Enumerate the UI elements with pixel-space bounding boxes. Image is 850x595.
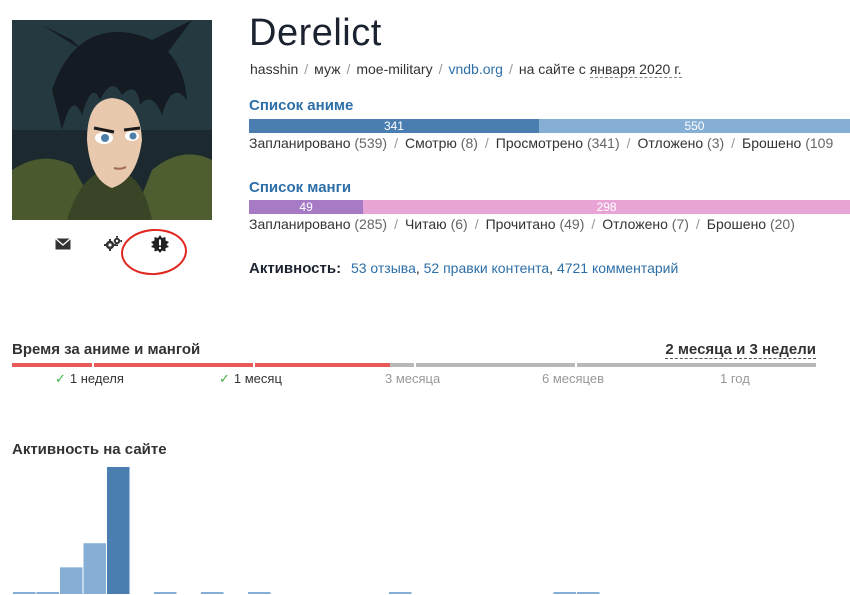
activity-bar[interactable] bbox=[107, 467, 130, 594]
progress-tick bbox=[414, 363, 416, 367]
anime-stat-planned[interactable]: Запланировано (539) bbox=[249, 135, 387, 151]
site-activity-chart bbox=[13, 467, 600, 594]
edits-link[interactable]: 52 правки контента bbox=[424, 260, 550, 276]
reviews-link[interactable]: 53 отзыва bbox=[351, 260, 416, 276]
milestone-label: 6 месяцев bbox=[542, 371, 604, 386]
mail-icon[interactable] bbox=[52, 232, 74, 256]
vndb-link[interactable]: vndb.org bbox=[448, 61, 502, 77]
check-icon: ✓ bbox=[55, 371, 66, 386]
time-progress-track bbox=[12, 363, 816, 367]
anime-bar-segment[interactable]: 550 bbox=[538, 119, 850, 133]
anime-stats: Запланировано (539) / Смотрю (8) / Просмотре… bbox=[249, 135, 834, 151]
progress-tick bbox=[92, 363, 94, 367]
milestone-label: ✓ 1 неделя bbox=[55, 371, 124, 386]
manga-list-bar: 49 298 bbox=[249, 200, 850, 214]
avatar-image bbox=[12, 20, 212, 220]
activity-label: Активность: bbox=[249, 260, 342, 277]
anime-bar-value: 550 bbox=[684, 119, 705, 133]
comments-link[interactable]: 4721 комментарий bbox=[557, 260, 678, 276]
progress-tick bbox=[253, 363, 255, 367]
manga-bar-value: 49 bbox=[299, 200, 313, 214]
time-spent-total: 2 месяца и 3 недели bbox=[665, 341, 816, 359]
gender: муж bbox=[314, 61, 341, 77]
anime-stat-completed[interactable]: Просмотрено (341) bbox=[496, 135, 620, 151]
group: moe-military bbox=[356, 61, 433, 77]
profile-meta: hasshin / муж / moe-military / vndb.org / на сай… bbox=[250, 61, 682, 78]
activity-row: Активность: 53 отзыва, 52 правки контент… bbox=[249, 260, 679, 277]
manga-stat-reading[interactable]: Читаю (6) bbox=[405, 216, 468, 232]
check-icon: ✓ bbox=[219, 371, 230, 386]
manga-bar-segment[interactable]: 298 bbox=[363, 200, 850, 214]
anime-list-title[interactable]: Список аниме bbox=[249, 97, 353, 114]
activity-bar[interactable] bbox=[83, 543, 107, 594]
activity-bar[interactable] bbox=[60, 567, 83, 594]
badge-icon[interactable] bbox=[149, 232, 171, 256]
avatar bbox=[12, 20, 212, 220]
milestone-label: ✓ 1 месяц bbox=[219, 371, 282, 386]
anime-bar-value: 341 bbox=[383, 119, 404, 133]
milestone-label: 1 год bbox=[720, 371, 750, 386]
since-prefix: на сайте с bbox=[518, 61, 586, 77]
page-title: Derelict bbox=[249, 12, 382, 54]
milestone-label: 3 месяца bbox=[385, 371, 441, 386]
anime-bar-segment[interactable]: 341 bbox=[249, 119, 539, 133]
time-spent-title: Время за аниме и мангой bbox=[12, 341, 201, 358]
progress-tick bbox=[575, 363, 577, 367]
anime-stat-watching[interactable]: Смотрю (8) bbox=[405, 135, 478, 151]
activity-bar[interactable] bbox=[36, 592, 60, 594]
manga-stats: Запланировано (285) / Читаю (6) / Прочитано … bbox=[249, 216, 795, 232]
activity-bar[interactable] bbox=[577, 592, 600, 594]
activity-bar[interactable] bbox=[13, 592, 36, 594]
manga-bar-segment[interactable]: 49 bbox=[249, 200, 364, 214]
activity-bar[interactable] bbox=[553, 592, 577, 594]
manga-bar-value: 298 bbox=[596, 200, 617, 214]
activity-bar[interactable] bbox=[154, 592, 177, 594]
settings-icon[interactable] bbox=[102, 232, 124, 256]
anime-stat-onhold[interactable]: Отложено (3) bbox=[638, 135, 725, 151]
activity-bar[interactable] bbox=[201, 592, 224, 594]
anime-stat-dropped[interactable]: Брошено (109 bbox=[742, 135, 833, 151]
site-activity-title: Активность на сайте bbox=[12, 441, 167, 458]
time-progress-fill bbox=[12, 363, 390, 367]
activity-bar[interactable] bbox=[389, 592, 412, 594]
profile-actions bbox=[12, 232, 212, 262]
anime-list-bar: 341 550 bbox=[249, 119, 850, 133]
manga-stat-planned[interactable]: Запланировано (285) bbox=[249, 216, 387, 232]
manga-stat-onhold[interactable]: Отложено (7) bbox=[602, 216, 689, 232]
manga-list-title[interactable]: Список манги bbox=[249, 179, 351, 196]
manga-stat-completed[interactable]: Прочитано (49) bbox=[486, 216, 585, 232]
manga-stat-dropped[interactable]: Брошено (20) bbox=[707, 216, 795, 232]
since-date: января 2020 г. bbox=[589, 61, 682, 78]
login: hasshin bbox=[250, 61, 299, 77]
activity-bar[interactable] bbox=[248, 592, 271, 594]
